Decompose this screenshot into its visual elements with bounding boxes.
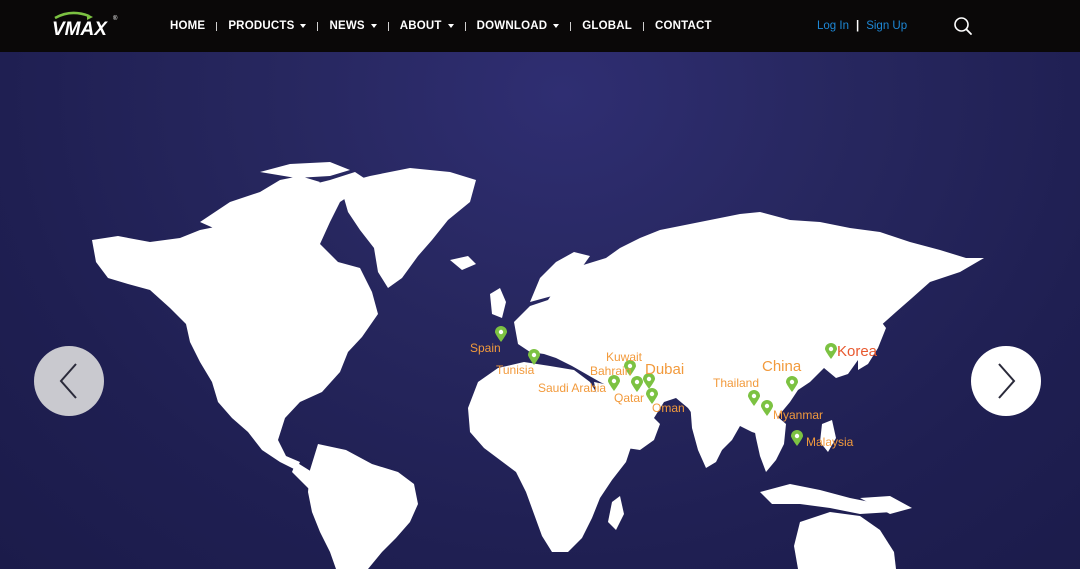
caret-down-icon <box>553 24 560 28</box>
svg-text:VMAX: VMAX <box>52 19 108 39</box>
nav-news-label: NEWS <box>329 20 365 32</box>
location-label-thailand: Thailand <box>713 376 760 390</box>
map-pin-icon[interactable] <box>495 326 507 342</box>
auth-links: Log In | Sign Up <box>817 0 907 52</box>
vmax-logo-graphic: VMAX ® <box>52 11 118 39</box>
map-pin-icon[interactable] <box>761 400 773 416</box>
arctic-islands-shape-2 <box>260 162 350 178</box>
nav-home[interactable]: HOME <box>170 20 205 32</box>
iceland-shape <box>450 256 476 270</box>
nav-separator <box>643 21 644 31</box>
location-label-spain: Spain <box>470 341 501 355</box>
caret-down-icon <box>300 24 307 28</box>
auth-divider: | <box>855 20 860 32</box>
nav-about[interactable]: ABOUT <box>400 20 454 32</box>
map-pin-icon[interactable] <box>748 390 760 406</box>
location-label-malaysia: Malaysia <box>806 435 854 449</box>
signup-link[interactable]: Sign Up <box>866 20 907 32</box>
location-label-china: China <box>762 358 802 375</box>
nav-products-label: PRODUCTS <box>228 20 295 32</box>
carousel-next-button[interactable] <box>971 346 1041 416</box>
nav-news[interactable]: NEWS <box>329 20 377 32</box>
australia-shape <box>794 512 896 569</box>
location-label-bahrain: Bahrain <box>590 364 632 378</box>
chevron-left-icon <box>59 363 77 399</box>
location-label-saudi-arabia: Saudi Arabia <box>538 381 607 395</box>
location-label-kuwait: Kuwait <box>606 350 643 364</box>
location-label-oman: Oman <box>652 401 685 415</box>
location-label-tunisia: Tunisia <box>496 363 535 377</box>
chevron-right-icon <box>998 363 1016 399</box>
map-pin-icon[interactable] <box>786 376 798 392</box>
login-link[interactable]: Log In <box>817 20 849 32</box>
world-map-graphic <box>92 162 984 569</box>
map-pin-icon[interactable] <box>825 343 837 359</box>
map-pin-icon[interactable] <box>631 376 643 392</box>
nav-home-label: HOME <box>170 20 206 32</box>
nav-global[interactable]: GLOBAL <box>582 20 632 32</box>
carousel-prev-button[interactable] <box>34 346 104 416</box>
nav-separator <box>216 21 218 31</box>
nav-contact[interactable]: CONTACT <box>655 20 712 32</box>
nav-global-label: GLOBAL <box>582 20 632 32</box>
south-america-shape <box>308 444 418 569</box>
location-label-myanmar: Myanmar <box>773 408 824 422</box>
nav-about-label: ABOUT <box>399 20 442 32</box>
global-map-banner: Spain Tunisia Saudi Arabia Kuwait Bahrai… <box>0 52 1080 569</box>
vmax-logo[interactable]: VMAX ® <box>51 11 121 39</box>
search-icon[interactable] <box>953 16 973 36</box>
nav-download-label: DOWNLOAD <box>476 20 548 32</box>
nav-separator <box>464 21 466 31</box>
madagascar-shape <box>608 496 624 530</box>
uk-shape <box>490 288 506 318</box>
nav-separator <box>387 21 389 31</box>
nav-separator <box>570 21 572 31</box>
svg-text:®: ® <box>113 15 118 22</box>
location-label-korea: Korea <box>837 343 878 360</box>
location-label-dubai: Dubai <box>645 361 685 378</box>
nav-download[interactable]: DOWNLOAD <box>477 20 560 32</box>
location-label-qatar: Qatar <box>614 391 645 405</box>
map-pin-icon[interactable] <box>791 430 803 446</box>
top-navigation-bar: VMAX ® HOME PRODUCTS NEWS ABOUT DOWNLOAD… <box>0 0 1080 52</box>
caret-down-icon <box>447 24 454 28</box>
nav-separator <box>317 21 319 31</box>
nav-products[interactable]: PRODUCTS <box>228 20 307 32</box>
nav-contact-label: CONTACT <box>655 20 712 32</box>
main-nav: HOME PRODUCTS NEWS ABOUT DOWNLOAD GLOBAL… <box>170 0 712 52</box>
caret-down-icon <box>370 24 377 28</box>
